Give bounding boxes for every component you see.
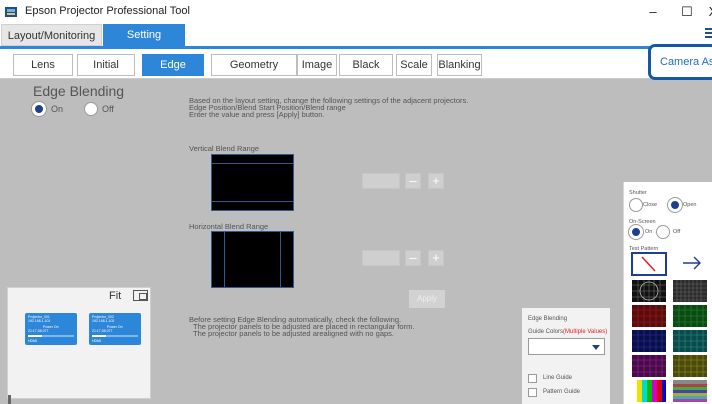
projector-input: HDMI	[92, 339, 101, 343]
window-title: Epson Projector Professional Tool	[25, 5, 190, 17]
test-pattern-crosshatch-circle[interactable]	[632, 280, 666, 302]
test-pattern-gray-grid[interactable]	[673, 280, 707, 302]
onscreen-on-label: On	[645, 229, 653, 235]
guide-colors-select[interactable]	[528, 338, 605, 355]
edge-blending-on-label: On	[51, 104, 64, 114]
tab-layout-monitoring[interactable]: Layout/Monitoring	[1, 24, 102, 46]
maximize-button[interactable]: ☐	[674, 2, 700, 22]
vertical-blend-input[interactable]	[362, 173, 400, 189]
guide-panel-title: Edge Blending	[528, 316, 568, 322]
top-tab-bar: Layout/Monitoring Setting	[0, 24, 712, 48]
horizontal-blend-plus-button[interactable]: +	[428, 250, 444, 266]
fit-label: Fit	[109, 290, 122, 302]
pattern-guide-checkbox[interactable]	[528, 388, 537, 397]
menu-icon[interactable]	[705, 28, 712, 40]
projector-progress	[28, 335, 74, 337]
vertical-blend-plus-button[interactable]: +	[428, 173, 444, 189]
test-pattern-color-bars[interactable]	[632, 380, 666, 402]
tab-scale[interactable]: Scale	[396, 54, 432, 76]
apply-button[interactable]: Apply	[409, 290, 445, 308]
tab-edge-blending[interactable]: Edge Blending	[142, 54, 204, 91]
horizontal-blend-label: Horizontal Blend Range	[189, 222, 269, 231]
shutter-open-label: Open	[683, 202, 697, 208]
tab-blanking[interactable]: Blanking	[437, 54, 482, 76]
projector-card[interactable]: Projector_002 192.168.1.102 Power On 21:…	[89, 313, 141, 345]
projector-card[interactable]: Projector_001 192.168.1.101 Power On 21:…	[25, 313, 77, 345]
minimize-button[interactable]: –	[640, 2, 666, 22]
line-guide-label: Line Guide	[543, 375, 573, 381]
guide-colors-label: Guide Colors(Multiple Values)	[528, 329, 608, 335]
onscreen-label: On-Screen	[629, 219, 656, 225]
edge-blending-title: Edge Blending	[33, 83, 125, 99]
tab-setting[interactable]: Setting	[103, 24, 185, 46]
projector-input: HDMI	[28, 339, 37, 343]
tab-initial-setting[interactable]: Initial Setting	[77, 54, 135, 91]
onscreen-off-label: Off	[673, 229, 681, 235]
projector-progress	[92, 335, 138, 337]
vertical-blend-preview	[211, 154, 294, 211]
test-pattern-red-grid[interactable]	[632, 305, 666, 327]
vertical-blend-label: Vertical Blend Range	[189, 144, 260, 153]
edge-blending-guide-panel: Edge Blending Guide Colors(Multiple Valu…	[522, 308, 610, 404]
fit-screen-icon[interactable]	[133, 290, 148, 301]
horizontal-blend-preview	[211, 231, 294, 288]
projector-ip: 192.168.1.101	[28, 319, 51, 323]
dropdown-arrow-icon	[592, 345, 600, 350]
test-pattern-green-grid[interactable]	[673, 305, 707, 327]
shutter-label: Shutter	[629, 190, 647, 196]
projector-time: 21:17:28.077	[28, 329, 49, 333]
instruction-line-3: Enter the value and press [Apply] button…	[189, 110, 325, 119]
vertical-blend-minus-button[interactable]: –	[405, 173, 421, 189]
shutter-close-radio[interactable]	[629, 198, 643, 212]
note-line-3: The projector panels to be adjusted area…	[189, 329, 394, 338]
close-button[interactable]: X	[703, 2, 712, 22]
line-guide-checkbox[interactable]	[528, 374, 537, 383]
title-bar: Epson Projector Professional Tool – ☐ X	[0, 0, 712, 24]
onscreen-on-radio[interactable]	[629, 225, 643, 239]
projector-ip: 192.168.1.102	[92, 319, 115, 323]
test-pattern-cyan-grid[interactable]	[673, 330, 707, 352]
edge-blending-off-label: Off	[102, 104, 114, 114]
tab-geometry-correction[interactable]: Geometry Correction	[211, 54, 297, 91]
preview-scrollbar[interactable]	[8, 395, 11, 404]
edge-blending-on-radio[interactable]	[32, 102, 46, 116]
camera-assist-button[interactable]: Camera Assist	[648, 44, 712, 80]
shutter-open-radio[interactable]	[668, 198, 682, 212]
tab-lens-control[interactable]: Lens Control	[13, 54, 73, 91]
pattern-guide-label: Pattern Guide	[543, 389, 581, 395]
horizontal-blend-minus-button[interactable]: –	[405, 250, 421, 266]
onscreen-off-radio[interactable]	[656, 225, 670, 239]
test-pattern-yellow-grid[interactable]	[673, 355, 707, 377]
tab-black-level[interactable]: Black Level	[339, 54, 393, 91]
edge-blending-off-radio[interactable]	[84, 102, 98, 116]
no-pattern-icon	[641, 256, 656, 272]
tab-image[interactable]: Image	[297, 54, 337, 76]
app-icon	[5, 7, 17, 17]
test-pattern-horizontal-bands[interactable]	[673, 380, 707, 402]
test-pattern-none[interactable]	[631, 252, 667, 276]
horizontal-blend-input[interactable]	[362, 250, 400, 266]
test-pattern-magenta-grid[interactable]	[632, 355, 666, 377]
shutter-close-label: Close	[643, 202, 658, 208]
settings-tab-bar: Lens Control Initial Setting Edge Blendi…	[0, 49, 712, 91]
arrow-right-icon[interactable]	[681, 254, 703, 272]
projector-time: 21:17:28.077	[92, 329, 113, 333]
test-pattern-blue-grid[interactable]	[632, 330, 666, 352]
